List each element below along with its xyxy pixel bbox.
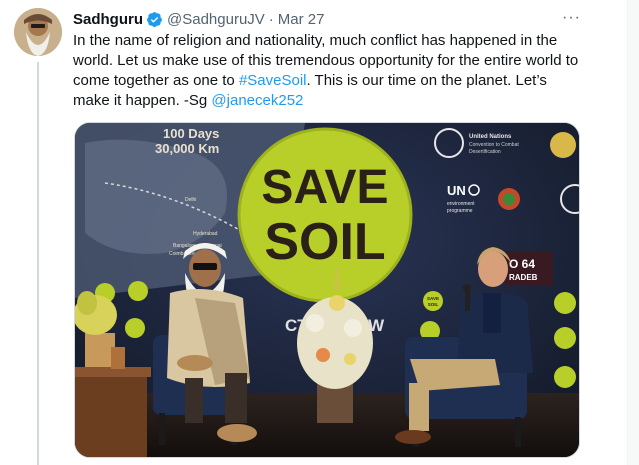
screen-text-2: RADEB [509,273,538,282]
screen-text-1: O 64 [509,257,535,271]
tweet[interactable]: Sadhguru @SadhguruJV · Mar 27 ··· In the… [0,0,617,465]
banner-line2: 30,000 Km [155,141,219,156]
author-name[interactable]: Sadhguru [73,11,143,28]
banner-line1: 100 Days [163,126,219,141]
scroll-area-edge [628,0,639,465]
sign-line1: SAVE [261,161,388,214]
sign-line2: SOIL [264,213,385,271]
tweet-text: In the name of religion and nationality,… [73,31,583,111]
separator-dot: · [268,10,274,28]
mention-link[interactable]: @janecek252 [211,92,303,109]
author-handle[interactable]: @SadhguruJV [167,11,265,28]
map-city-5: Delhi [185,197,196,203]
avatar[interactable] [14,8,62,56]
map-city-1: Hyderabad [193,231,218,237]
un-label-3: Desertification [469,149,501,155]
more-horizontal-icon[interactable]: ··· [562,8,580,28]
tweet-header: Sadhguru @SadhguruJV · Mar 27 [73,9,324,29]
unep-sub-1: environment [447,201,475,207]
photo-illustration: 100 Days 30,000 Km Hyderabad Bangalore C… [75,123,579,457]
badge-text-1: SAVE [427,296,439,301]
un-label-2: Convention to Combat [469,142,519,148]
tweet-date[interactable]: Mar 27 [278,11,325,28]
thread-line [37,62,39,465]
unep-label: UN [447,183,466,198]
verified-badge-icon [146,11,163,28]
unep-sub-2: programme [447,208,473,214]
tweet-media-photo[interactable]: 100 Days 30,000 Km Hyderabad Bangalore C… [74,122,580,458]
badge-text-2: SOIL [428,302,439,307]
un-label-1: United Nations [469,134,512,140]
hashtag-link[interactable]: #SaveSoil [239,72,307,89]
